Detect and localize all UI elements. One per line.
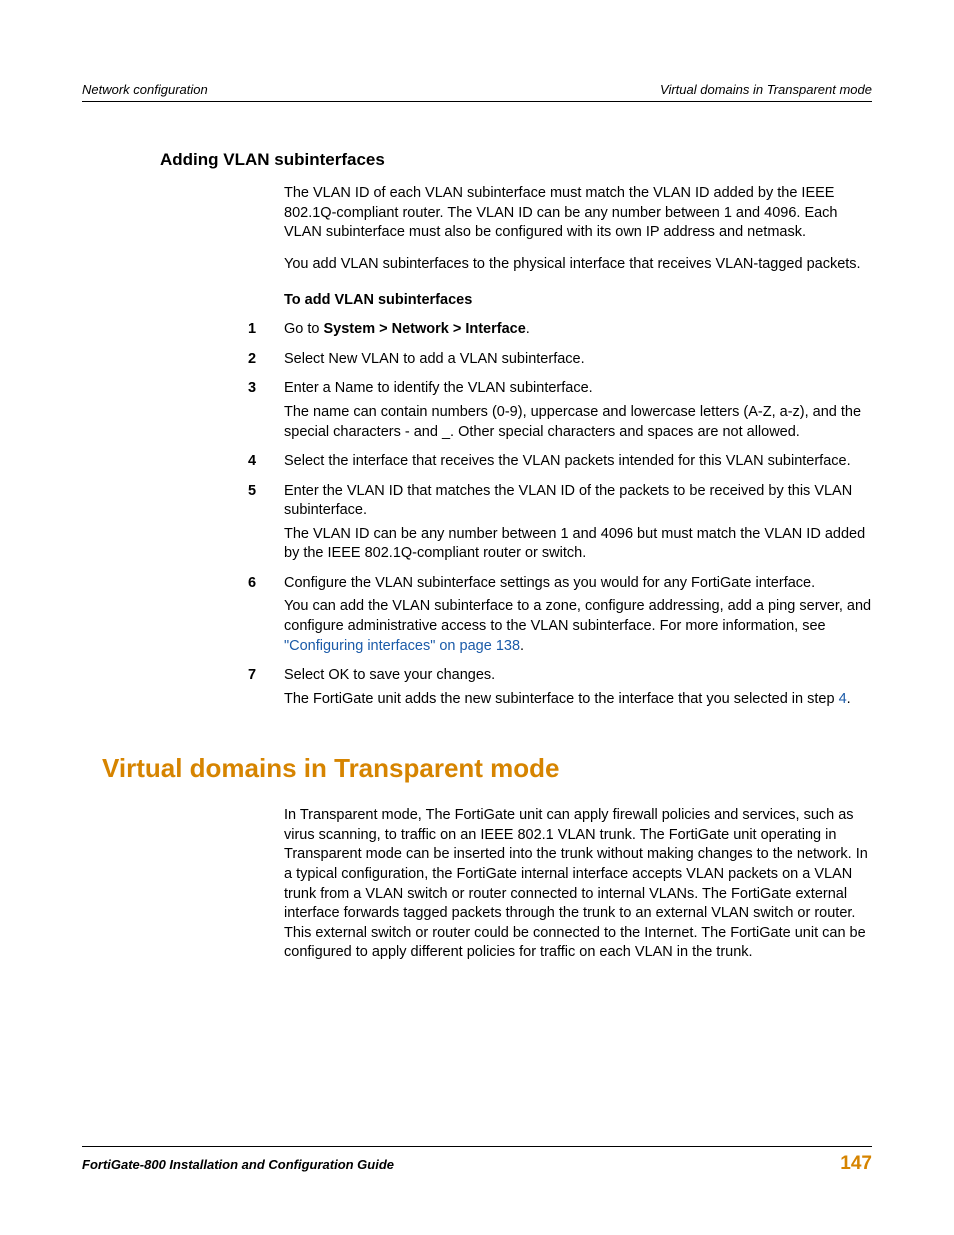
main-heading-virtual-domains: Virtual domains in Transparent mode	[102, 753, 872, 784]
step-number: 3	[248, 379, 284, 442]
section-heading-adding-vlan: Adding VLAN subinterfaces	[160, 150, 872, 170]
step-number: 5	[248, 482, 284, 564]
step-number: 2	[248, 350, 284, 370]
step-item: 7 Select OK to save your changes. The Fo…	[248, 666, 872, 709]
step-item: 2 Select New VLAN to add a VLAN subinter…	[248, 350, 872, 370]
step-body: Enter a Name to identify the VLAN subint…	[284, 379, 872, 442]
step-body: Select the interface that receives the V…	[284, 452, 872, 472]
step-number: 1	[248, 320, 284, 340]
step-item: 4 Select the interface that receives the…	[248, 452, 872, 472]
step-body: Enter the VLAN ID that matches the VLAN …	[284, 482, 872, 564]
footer-title: FortiGate-800 Installation and Configura…	[82, 1157, 394, 1172]
step-body: Configure the VLAN subinterface settings…	[284, 574, 872, 656]
page-number: 147	[840, 1153, 872, 1175]
cross-reference-link[interactable]: "Configuring interfaces" on page 138	[284, 638, 520, 654]
menu-path: System > Network > Interface	[324, 321, 526, 337]
procedure-heading: To add VLAN subinterfaces	[284, 292, 872, 308]
body-paragraph: In Transparent mode, The FortiGate unit …	[284, 806, 872, 963]
page-header: Network configuration Virtual domains in…	[82, 82, 872, 102]
step-body: Select New VLAN to add a VLAN subinterfa…	[284, 350, 872, 370]
page-footer: FortiGate-800 Installation and Configura…	[82, 1146, 872, 1175]
header-left: Network configuration	[82, 82, 208, 97]
step-item: 6 Configure the VLAN subinterface settin…	[248, 574, 872, 656]
step-item: 1 Go to System > Network > Interface.	[248, 320, 872, 340]
cross-reference-link[interactable]: 4	[839, 691, 847, 707]
step-item: 3 Enter a Name to identify the VLAN subi…	[248, 379, 872, 442]
header-right: Virtual domains in Transparent mode	[660, 82, 872, 97]
step-number: 6	[248, 574, 284, 656]
step-number: 7	[248, 666, 284, 709]
step-body: Go to System > Network > Interface.	[284, 320, 872, 340]
step-item: 5 Enter the VLAN ID that matches the VLA…	[248, 482, 872, 564]
step-number: 4	[248, 452, 284, 472]
step-body: Select OK to save your changes. The Fort…	[284, 666, 872, 709]
body-paragraph: The VLAN ID of each VLAN subinterface mu…	[284, 184, 872, 243]
body-paragraph: You add VLAN subinterfaces to the physic…	[284, 255, 872, 275]
